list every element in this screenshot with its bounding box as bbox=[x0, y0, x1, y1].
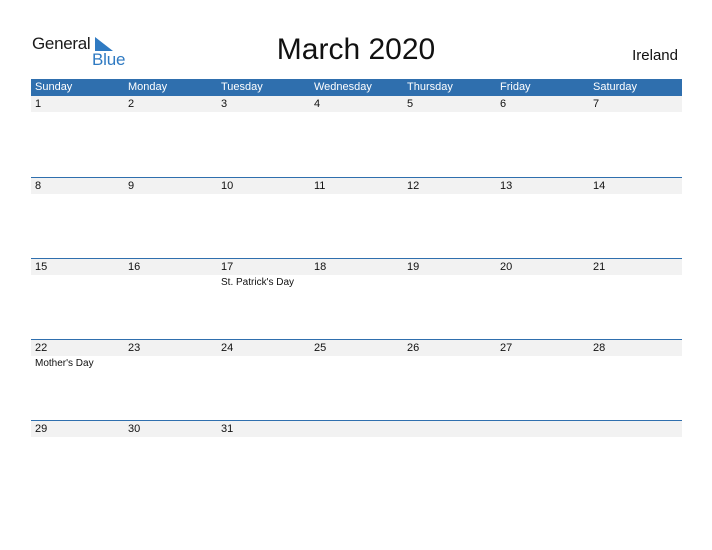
weekday-tuesday: Tuesday bbox=[221, 81, 263, 93]
day-number: 17 bbox=[221, 261, 234, 273]
weekday-wednesday: Wednesday bbox=[314, 81, 372, 93]
holiday-label bbox=[310, 437, 403, 439]
holiday-label: St. Patrick's Day bbox=[221, 277, 295, 288]
holiday-label: Mother's Day bbox=[35, 358, 94, 369]
day-number: 4 bbox=[314, 98, 321, 110]
holiday-label bbox=[124, 437, 217, 439]
weekday-sunday: Sunday bbox=[35, 81, 73, 93]
holiday-label bbox=[31, 275, 124, 288]
calendar-title: March 2020 bbox=[276, 33, 436, 66]
day-number: 29 bbox=[35, 423, 48, 435]
date-row: 29 30 31 bbox=[31, 420, 682, 437]
holiday-label bbox=[589, 275, 682, 288]
holiday-label bbox=[217, 356, 310, 369]
holiday-label bbox=[496, 437, 589, 439]
holiday-label bbox=[124, 356, 217, 369]
day-number bbox=[403, 421, 496, 437]
day-number: 30 bbox=[128, 423, 141, 435]
holiday-label bbox=[496, 275, 589, 288]
holiday-label bbox=[589, 112, 682, 114]
event-row bbox=[31, 437, 682, 439]
holiday-label bbox=[310, 112, 403, 114]
holiday-label bbox=[310, 194, 403, 196]
day-number: 19 bbox=[407, 261, 420, 273]
day-number: 24 bbox=[221, 342, 234, 354]
day-number: 12 bbox=[407, 180, 420, 192]
day-number: 21 bbox=[593, 261, 606, 273]
holiday-label bbox=[217, 194, 310, 196]
holiday-label bbox=[31, 194, 124, 196]
date-row: 8 9 10 11 12 13 14 bbox=[31, 177, 682, 194]
holiday-label bbox=[31, 437, 124, 439]
weekday-friday: Friday bbox=[500, 81, 531, 93]
day-number: 6 bbox=[500, 98, 507, 110]
event-row: St. Patrick's Day bbox=[31, 275, 682, 288]
holiday-label bbox=[496, 112, 589, 114]
day-number: 11 bbox=[314, 180, 326, 192]
holiday-label bbox=[217, 112, 310, 114]
holiday-label bbox=[403, 356, 496, 369]
day-number: 20 bbox=[500, 261, 513, 273]
holiday-label bbox=[310, 356, 403, 369]
holiday-label bbox=[31, 112, 124, 114]
country-label: Ireland bbox=[632, 47, 678, 64]
holiday-label bbox=[496, 194, 589, 196]
day-number: 31 bbox=[221, 423, 234, 435]
holiday-label bbox=[403, 437, 496, 439]
day-number: 15 bbox=[35, 261, 48, 273]
week-row: 15 16 17 18 19 20 21 St. Patrick's Day bbox=[31, 258, 682, 339]
day-number: 23 bbox=[128, 342, 141, 354]
day-number: 14 bbox=[593, 180, 606, 192]
day-number: 7 bbox=[593, 98, 600, 110]
holiday-label bbox=[124, 112, 217, 114]
weekday-monday: Monday bbox=[128, 81, 168, 93]
week-row: 22 23 24 25 26 27 28 Mother's Day bbox=[31, 339, 682, 420]
holiday-label bbox=[124, 275, 217, 288]
day-number: 26 bbox=[407, 342, 420, 354]
calendar-grid: Sunday Monday Tuesday Wednesday Thursday… bbox=[31, 79, 682, 501]
event-row bbox=[31, 194, 682, 196]
weekday-header: Sunday Monday Tuesday Wednesday Thursday… bbox=[31, 79, 682, 96]
holiday-label bbox=[217, 437, 310, 439]
holiday-label bbox=[124, 194, 217, 196]
day-number: 25 bbox=[314, 342, 327, 354]
day-number: 27 bbox=[500, 342, 513, 354]
week-row: 29 30 31 bbox=[31, 420, 682, 501]
holiday-label bbox=[589, 194, 682, 196]
date-row: 15 16 17 18 19 20 21 bbox=[31, 258, 682, 275]
day-number: 16 bbox=[128, 261, 141, 273]
holiday-label bbox=[403, 194, 496, 196]
day-number: 10 bbox=[221, 180, 234, 192]
event-row: Mother's Day bbox=[31, 356, 682, 369]
day-number: 2 bbox=[128, 98, 135, 110]
holiday-label bbox=[589, 356, 682, 369]
day-number: 22 bbox=[35, 342, 48, 354]
weeks-container: 1 2 3 4 5 6 7 8 9 10 11 12 13 14 15 16 17 18 19 20 21 St. Pat… bbox=[31, 96, 682, 501]
date-row: 1 2 3 4 5 6 7 bbox=[31, 96, 682, 112]
holiday-label bbox=[589, 437, 682, 439]
day-number: 9 bbox=[128, 180, 135, 192]
day-number: 1 bbox=[35, 98, 42, 110]
weekday-thursday: Thursday bbox=[407, 81, 453, 93]
event-row bbox=[31, 112, 682, 114]
week-row: 8 9 10 11 12 13 14 bbox=[31, 177, 682, 258]
date-row: 22 23 24 25 26 27 28 bbox=[31, 339, 682, 356]
holiday-label bbox=[496, 356, 589, 369]
day-number: 13 bbox=[500, 180, 513, 192]
day-number bbox=[310, 421, 403, 437]
holiday-label bbox=[403, 112, 496, 114]
day-number: 3 bbox=[221, 98, 228, 110]
day-number bbox=[589, 421, 682, 437]
holiday-label bbox=[310, 275, 403, 288]
day-number: 8 bbox=[35, 180, 42, 192]
day-number: 18 bbox=[314, 261, 327, 273]
weekday-saturday: Saturday bbox=[593, 81, 638, 93]
holiday-label bbox=[403, 275, 496, 288]
day-number: 5 bbox=[407, 98, 414, 110]
week-row: 1 2 3 4 5 6 7 bbox=[31, 96, 682, 177]
day-number bbox=[496, 421, 589, 437]
day-number: 28 bbox=[593, 342, 606, 354]
